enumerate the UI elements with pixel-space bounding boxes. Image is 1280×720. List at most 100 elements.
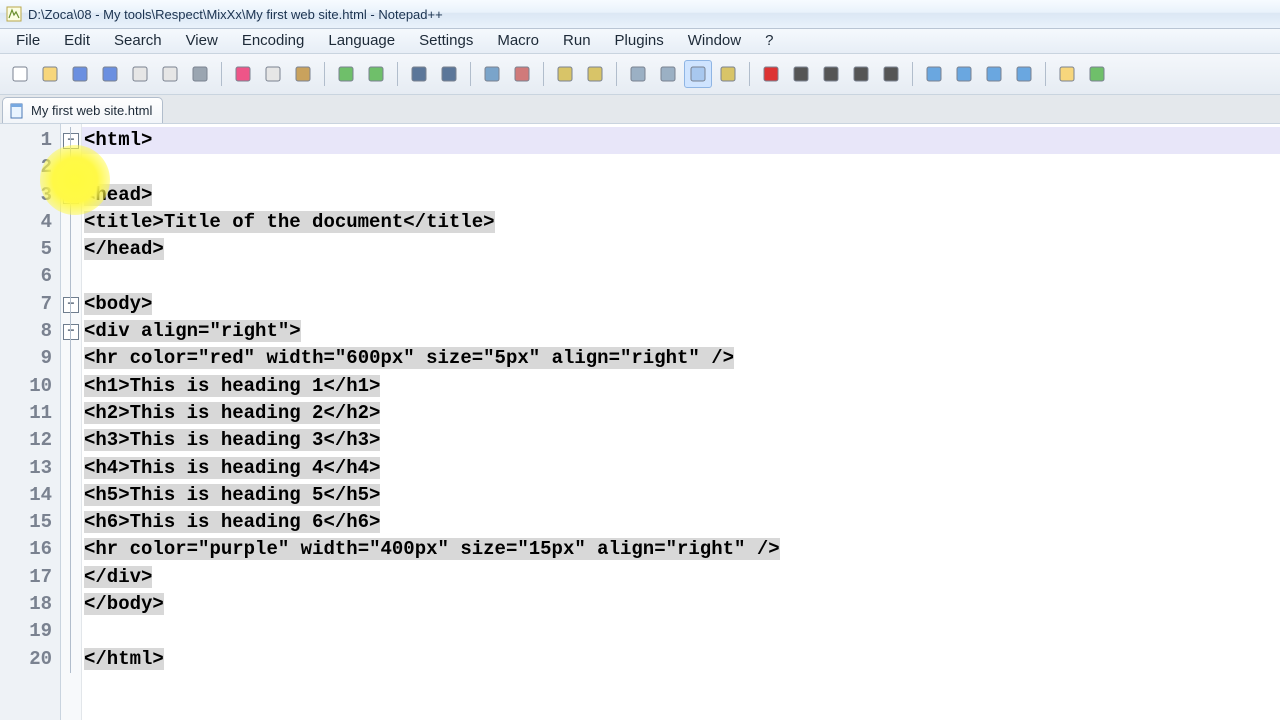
- menu-encoding[interactable]: Encoding: [230, 29, 317, 53]
- line-number: 9: [0, 345, 60, 372]
- code-line[interactable]: </head>: [82, 236, 1280, 263]
- code-line[interactable]: </html>: [82, 646, 1280, 673]
- code-line[interactable]: <h5>This is heading 5</h5>: [82, 482, 1280, 509]
- collapse-all-icon[interactable]: [920, 60, 948, 88]
- spellcheck-icon[interactable]: [1083, 60, 1111, 88]
- redo-icon[interactable]: [362, 60, 390, 88]
- fold-gutter: − − − −: [61, 124, 82, 720]
- new-file-icon[interactable]: [6, 60, 34, 88]
- folder-icon[interactable]: [1053, 60, 1081, 88]
- menu-plugins[interactable]: Plugins: [603, 29, 676, 53]
- code-line[interactable]: [82, 263, 1280, 290]
- menu-help[interactable]: ?: [753, 29, 785, 53]
- code-line[interactable]: <h3>This is heading 3</h3>: [82, 427, 1280, 454]
- code-line[interactable]: </body>: [82, 591, 1280, 618]
- code-line[interactable]: <h6>This is heading 6</h6>: [82, 509, 1280, 536]
- code-line[interactable]: [82, 618, 1280, 645]
- stop-icon[interactable]: [787, 60, 815, 88]
- print-icon[interactable]: [186, 60, 214, 88]
- tab-active[interactable]: My first web site.html: [2, 97, 163, 123]
- menu-window[interactable]: Window: [676, 29, 753, 53]
- zoom-in-icon[interactable]: [478, 60, 506, 88]
- line-number: 5: [0, 236, 60, 263]
- open-file-icon[interactable]: [36, 60, 64, 88]
- code-line[interactable]: <hr color="purple" width="400px" size="1…: [82, 536, 1280, 563]
- code-line[interactable]: <hr color="red" width="600px" size="5px"…: [82, 345, 1280, 372]
- window-title: D:\Zoca\08 - My tools\Respect\MixXx\My f…: [28, 7, 443, 22]
- menu-view[interactable]: View: [174, 29, 230, 53]
- copy-file-icon[interactable]: [126, 60, 154, 88]
- paste-icon[interactable]: [289, 60, 317, 88]
- code-line[interactable]: <html>: [82, 127, 1280, 154]
- cut-icon[interactable]: [229, 60, 257, 88]
- code-line[interactable]: <h1>This is heading 1</h1>: [82, 373, 1280, 400]
- code-line[interactable]: <h2>This is heading 2</h2>: [82, 400, 1280, 427]
- zoom-out-icon[interactable]: [508, 60, 536, 88]
- line-number: 12: [0, 427, 60, 454]
- toolbar-separator: [543, 62, 544, 86]
- fold-toggle-icon[interactable]: −: [63, 297, 79, 313]
- menu-run[interactable]: Run: [551, 29, 603, 53]
- save-macro-icon[interactable]: [877, 60, 905, 88]
- line-number: 2: [0, 154, 60, 181]
- line-number: 14: [0, 482, 60, 509]
- play-fast-icon[interactable]: [847, 60, 875, 88]
- menu-file[interactable]: File: [4, 29, 52, 53]
- file-icon: [9, 103, 25, 119]
- toolbar-separator: [324, 62, 325, 86]
- tab-bar: My first web site.html: [0, 95, 1280, 124]
- menu-language[interactable]: Language: [316, 29, 407, 53]
- copy-icon[interactable]: [259, 60, 287, 88]
- menu-edit[interactable]: Edit: [52, 29, 102, 53]
- menu-settings[interactable]: Settings: [407, 29, 485, 53]
- indent-guide-icon[interactable]: [624, 60, 652, 88]
- code-line[interactable]: <body>: [82, 291, 1280, 318]
- line-number: 13: [0, 455, 60, 482]
- play-icon[interactable]: [817, 60, 845, 88]
- toolbar-separator: [470, 62, 471, 86]
- toolbar-separator: [749, 62, 750, 86]
- code-line[interactable]: [82, 154, 1280, 181]
- toolbar-separator: [1045, 62, 1046, 86]
- line-number: 11: [0, 400, 60, 427]
- line-number: 17: [0, 564, 60, 591]
- toolbar-separator: [221, 62, 222, 86]
- doc-map-icon[interactable]: [684, 60, 712, 88]
- show-all-chars-icon[interactable]: [581, 60, 609, 88]
- undo-icon[interactable]: [332, 60, 360, 88]
- code-area[interactable]: <html> <head><title>Title of the documen…: [82, 124, 1280, 720]
- line-number: 7: [0, 291, 60, 318]
- line-number: 18: [0, 591, 60, 618]
- line-number: 6: [0, 263, 60, 290]
- code-line[interactable]: <h4>This is heading 4</h4>: [82, 455, 1280, 482]
- uncollapse-level-icon[interactable]: [950, 60, 978, 88]
- find-icon[interactable]: [405, 60, 433, 88]
- expand-all-icon[interactable]: [1010, 60, 1038, 88]
- code-line[interactable]: <div align="right">: [82, 318, 1280, 345]
- save-icon[interactable]: [66, 60, 94, 88]
- fold-toggle-icon[interactable]: −: [63, 133, 79, 149]
- code-editor[interactable]: 1234567891011121314151617181920 −−−− <ht…: [0, 124, 1280, 720]
- paste-file-icon[interactable]: [156, 60, 184, 88]
- fold-toggle-icon[interactable]: −: [63, 324, 79, 340]
- save-all-icon[interactable]: [96, 60, 124, 88]
- menubar: FileEditSearchViewEncodingLanguageSettin…: [0, 29, 1280, 54]
- word-wrap-icon[interactable]: [551, 60, 579, 88]
- code-line[interactable]: <head>: [82, 182, 1280, 209]
- line-number-gutter: 1234567891011121314151617181920: [0, 124, 61, 720]
- menu-macro[interactable]: Macro: [485, 29, 551, 53]
- line-number: 10: [0, 373, 60, 400]
- function-list-icon[interactable]: [714, 60, 742, 88]
- code-line[interactable]: <title>Title of the document</title>: [82, 209, 1280, 236]
- line-number: 16: [0, 536, 60, 563]
- line-number: 1: [0, 127, 60, 154]
- line-number: 4: [0, 209, 60, 236]
- code-line[interactable]: </div>: [82, 564, 1280, 591]
- menu-search[interactable]: Search: [102, 29, 174, 53]
- replace-icon[interactable]: [435, 60, 463, 88]
- window-titlebar: D:\Zoca\08 - My tools\Respect\MixXx\My f…: [0, 0, 1280, 29]
- collapse-level-icon[interactable]: [980, 60, 1008, 88]
- fold-toggle-icon[interactable]: −: [63, 188, 79, 204]
- record-icon[interactable]: [757, 60, 785, 88]
- pilcrow-icon[interactable]: [654, 60, 682, 88]
